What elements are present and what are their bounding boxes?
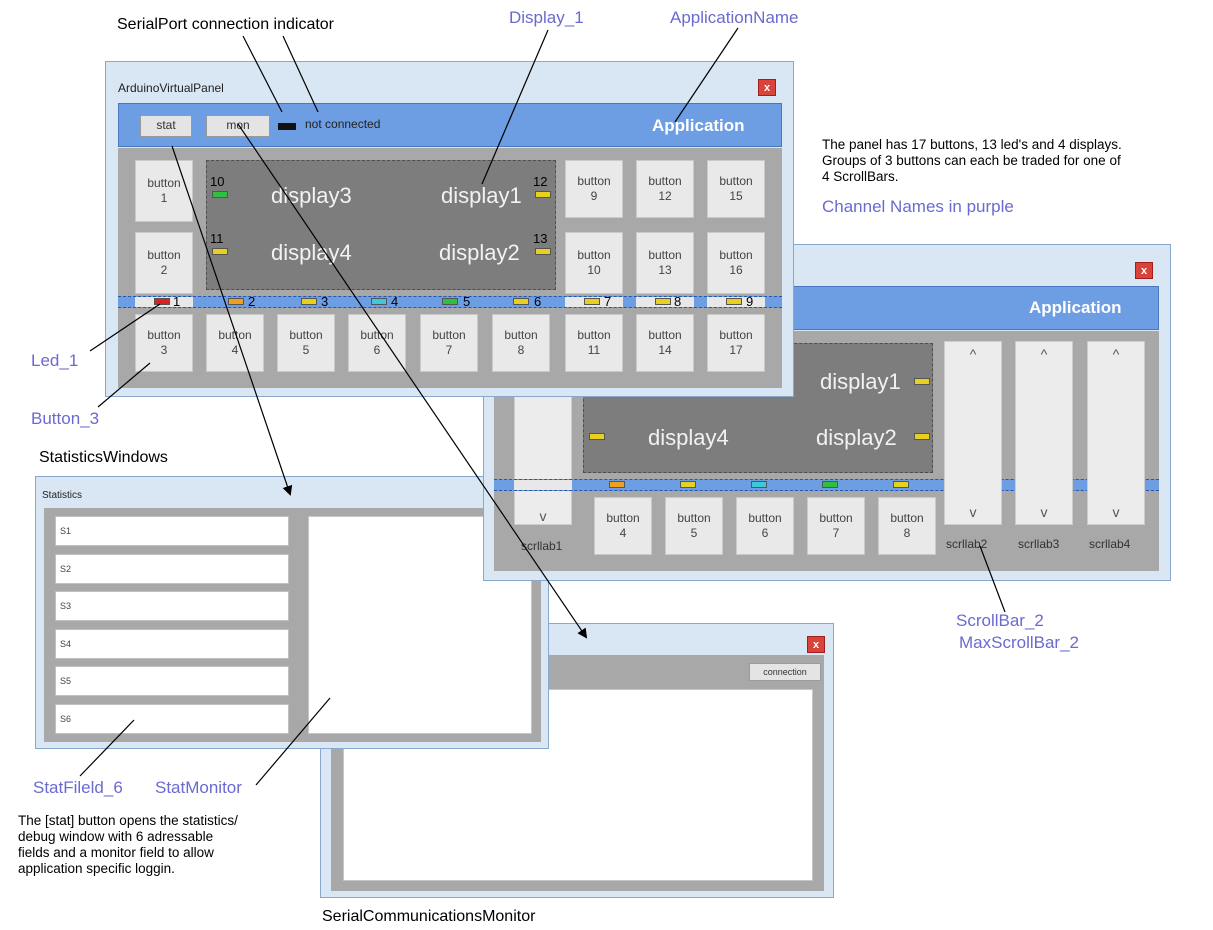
leader-serialport-a [242, 35, 283, 113]
annotation-lines [79, 27, 1006, 786]
arrow-stat [171, 145, 293, 496]
leader-button-3 [97, 362, 151, 408]
leader-led-1 [89, 303, 161, 352]
leader-display-1 [481, 29, 549, 185]
leader-statfield-6 [79, 719, 135, 777]
leader-serialport-b [282, 35, 319, 113]
leader-scrollbar-2 [979, 545, 1006, 613]
leader-application-name [674, 27, 739, 123]
arrow-mon [237, 123, 588, 639]
leader-stat-monitor [255, 697, 331, 786]
